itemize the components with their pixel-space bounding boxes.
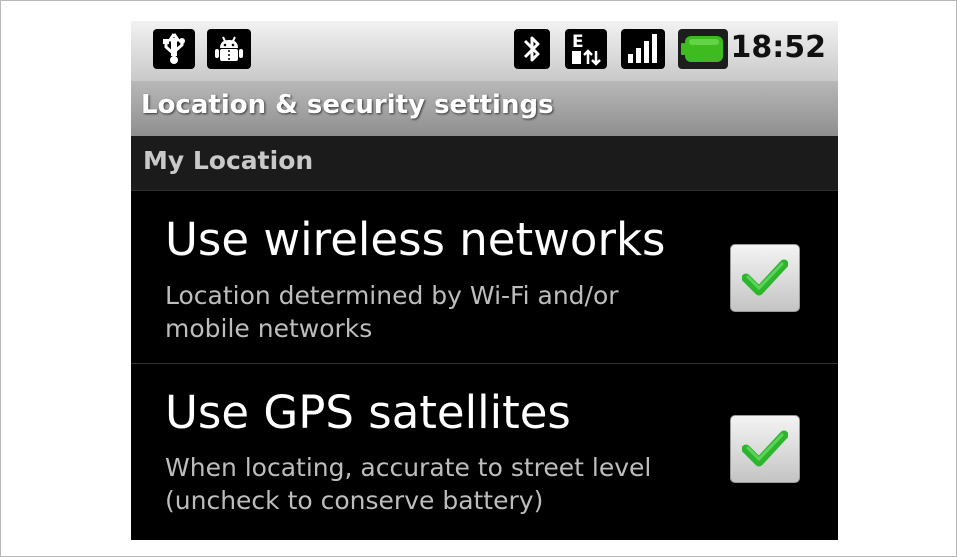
wireless-networks-checkbox[interactable] [730, 244, 800, 312]
title-bar: Location & security settings [131, 81, 838, 136]
pref-summary-line: When locating, accurate to street level [165, 453, 652, 482]
pref-summary-line: mobile networks [165, 314, 373, 343]
pref-gps-satellites[interactable]: Use GPS satellites When locating, accura… [131, 364, 838, 540]
screenshot-frame: E 18:52 Location & security settings My … [0, 0, 957, 557]
status-bar: E 18:52 [131, 21, 838, 81]
usb-icon [153, 29, 195, 69]
phone-screen: E 18:52 Location & security settings My … [131, 21, 838, 540]
page-title: Location & security settings [141, 90, 554, 120]
pref-summary-line: Location determined by Wi-Fi and/or [165, 281, 619, 310]
pref-summary-line: (uncheck to conserve battery) [165, 486, 544, 515]
category-label: My Location [143, 146, 314, 175]
check-icon [742, 430, 788, 467]
battery-icon [678, 29, 728, 69]
pref-title: Use GPS satellites [165, 386, 571, 439]
check-icon [742, 259, 788, 296]
pref-title: Use wireless networks [165, 213, 666, 266]
status-time: 18:52 [730, 30, 827, 65]
svg-text:E: E [572, 32, 584, 52]
pref-wireless-networks[interactable]: Use wireless networks Location determine… [131, 191, 838, 363]
pref-summary: Location determined by Wi-Fi and/or mobi… [165, 279, 725, 345]
gps-satellites-checkbox[interactable] [730, 415, 800, 483]
android-debug-icon [207, 29, 251, 69]
bluetooth-icon [514, 29, 550, 69]
signal-icon [621, 29, 665, 69]
category-header: My Location [131, 136, 838, 191]
pref-summary: When locating, accurate to street level … [165, 451, 725, 517]
edge-data-icon: E [565, 29, 607, 69]
